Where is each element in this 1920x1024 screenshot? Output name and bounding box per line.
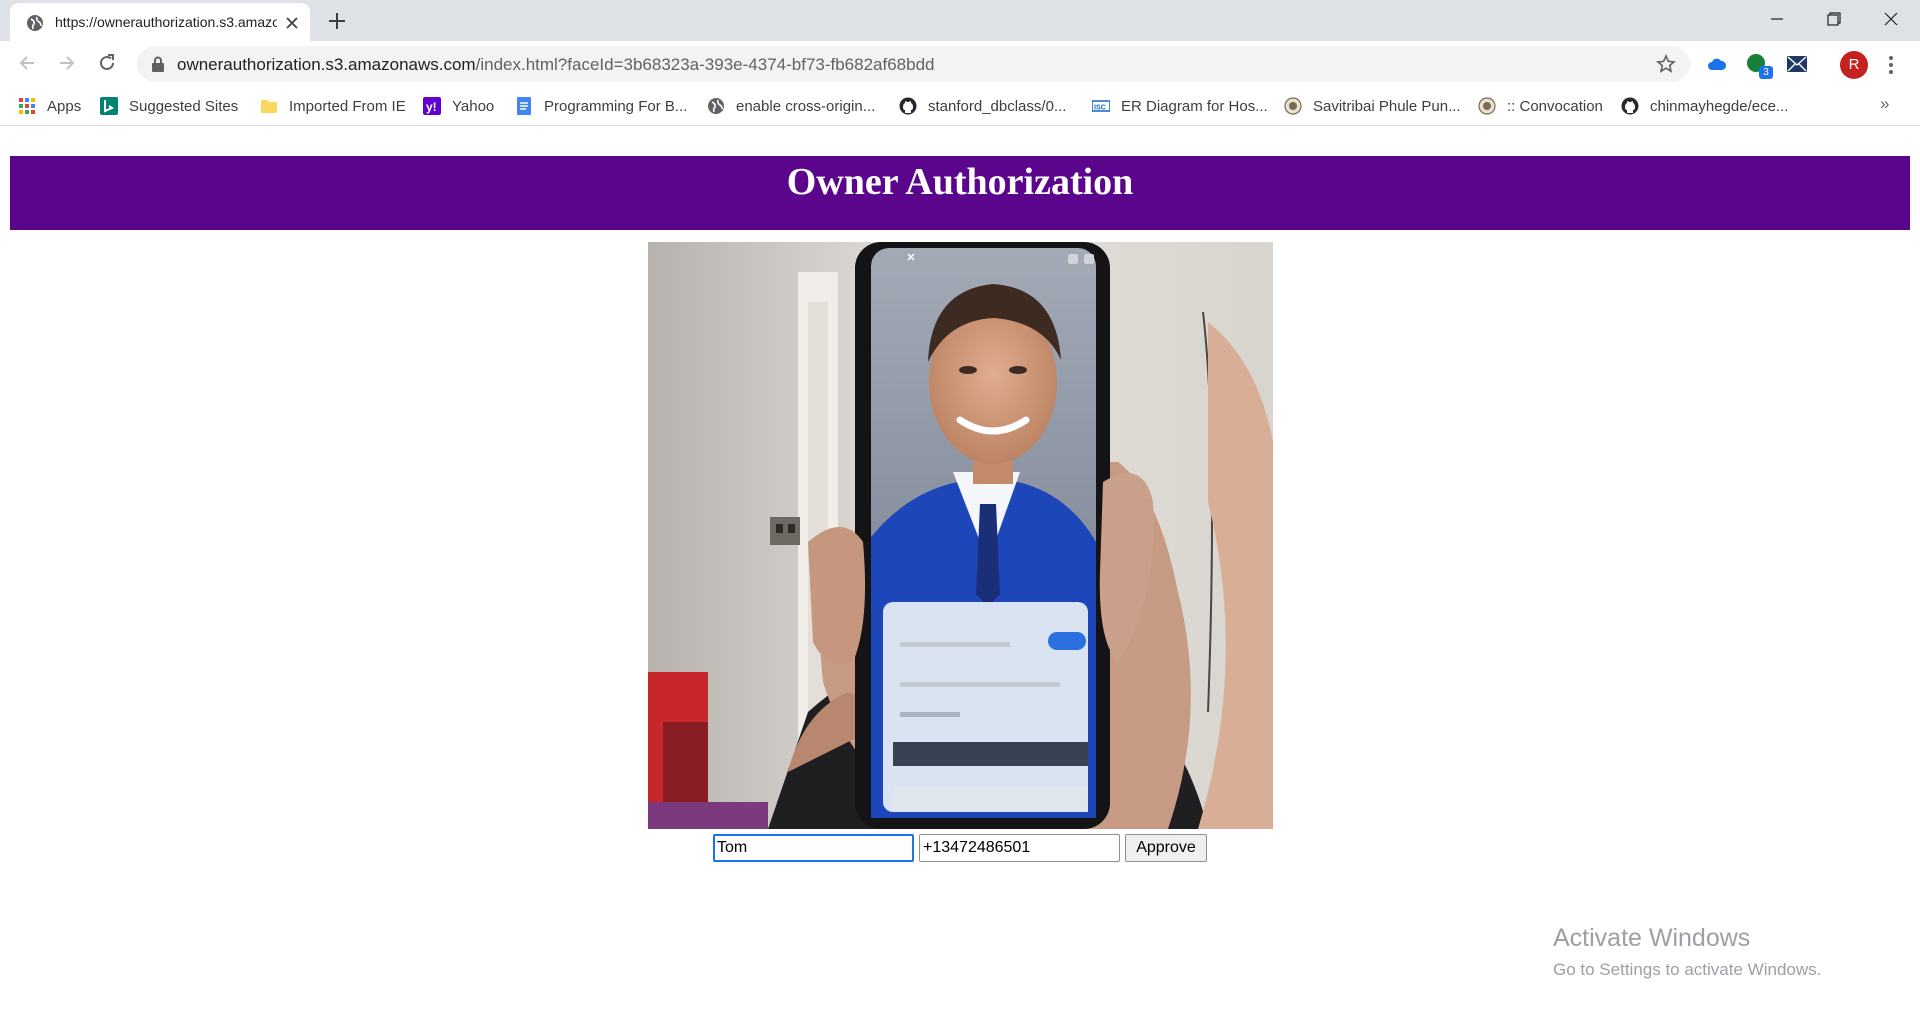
extension-cloud[interactable] [1704, 51, 1730, 77]
close-icon [1884, 12, 1898, 26]
browser-menu-button[interactable] [1880, 50, 1902, 80]
bookmark-label: Programming For B... [544, 97, 688, 115]
approve-button[interactable]: Approve [1125, 834, 1207, 862]
restore-icon [1827, 12, 1841, 26]
apps-grid-icon [19, 98, 35, 114]
page-header-banner: Owner Authorization [10, 156, 1910, 230]
bookmark-label: Apps [47, 97, 82, 115]
tab-title: https://ownerauthorization.s3.amazonaws.… [55, 14, 277, 30]
dot [1889, 56, 1893, 60]
dot [1889, 63, 1893, 67]
back-arrow-icon [19, 56, 34, 70]
url-path: /index.html?faceId=3b68323a-393e-4374-bf… [475, 55, 935, 74]
seal-icon [1478, 97, 1496, 115]
page-title: Owner Authorization [786, 161, 1134, 203]
tab-strip: https://ownerauthorization.s3.amazonaws.… [0, 0, 1920, 41]
owner-name-input[interactable] [713, 834, 914, 862]
more-bookmarks-chevron-icon[interactable]: » [1880, 94, 1889, 114]
url-text[interactable]: ownerauthorization.s3.amazonaws.com/inde… [177, 55, 935, 75]
bookmark-programming[interactable]: Programming For B... [515, 94, 687, 118]
globe-icon [708, 98, 724, 114]
notification-badge: 3 [1759, 66, 1773, 79]
bookmark-label: Savitribai Phule Pun... [1313, 97, 1461, 115]
bookmark-label: chinmayhegde/ece... [1650, 97, 1789, 115]
extension-chat[interactable]: 3 [1744, 51, 1773, 79]
close-tab-icon[interactable] [282, 13, 302, 33]
bookmark-convocation[interactable]: :: Convocation [1478, 94, 1603, 118]
bookmark-suggested-sites[interactable]: Suggested Sites [100, 94, 238, 118]
minimize-button[interactable] [1748, 0, 1806, 38]
seal-icon [1284, 97, 1302, 115]
new-tab-icon[interactable] [324, 8, 350, 34]
lock-icon[interactable] [151, 56, 165, 72]
close-window-button[interactable] [1862, 0, 1920, 38]
bookmark-label: stanford_dbclass/0... [928, 97, 1067, 115]
reload-icon [100, 54, 114, 70]
document-icon [517, 97, 531, 115]
bookmark-apps[interactable]: Apps [18, 94, 81, 118]
restore-button[interactable] [1805, 0, 1863, 38]
address-bar[interactable]: ownerauthorization.s3.amazonaws.com/inde… [137, 46, 1690, 82]
watermark-subtitle: Go to Settings to activate Windows. [1553, 960, 1822, 979]
bookmark-label: :: Convocation [1507, 97, 1603, 115]
bookmark-label: Imported From IE [289, 97, 406, 115]
bookmark-stanford-dbclass[interactable]: stanford_dbclass/0... [899, 94, 1066, 118]
windows-activation-watermark: Activate Windows Go to Settings to activ… [1553, 924, 1821, 980]
extension-mail[interactable] [1784, 51, 1810, 77]
bookmark-label: enable cross-origin... [736, 97, 876, 115]
url-host: ownerauthorization.s3.amazonaws.com [177, 55, 476, 74]
github-icon [1621, 97, 1639, 115]
phone-number-input[interactable] [919, 834, 1120, 862]
svg-text:ISC: ISC [1094, 105, 1106, 112]
folder-icon [261, 100, 277, 113]
bookmark-label: ER Diagram for Hos... [1121, 97, 1268, 115]
bookmark-yahoo[interactable]: y! Yahoo [423, 94, 494, 118]
globe-icon [27, 15, 43, 31]
bookmark-savitribai-phule[interactable]: Savitribai Phule Pun... [1284, 94, 1461, 118]
minimize-icon [1771, 18, 1783, 20]
bookmarks-bar: Apps Suggested Sites Imported From IE y!… [0, 86, 1920, 126]
bookmark-chinmayhegde[interactable]: chinmayhegde/ece... [1621, 94, 1788, 118]
bookmark-er-diagram[interactable]: ISC ER Diagram for Hos... [1092, 94, 1268, 118]
profile-avatar[interactable]: R [1840, 51, 1868, 79]
bookmark-label: Yahoo [452, 97, 495, 115]
back-button[interactable] [12, 48, 42, 78]
site-icon: ISC [1092, 100, 1110, 112]
github-icon [899, 97, 917, 115]
forward-button[interactable] [52, 48, 82, 78]
bookmark-star-icon[interactable] [1656, 54, 1676, 74]
mail-icon [1787, 56, 1807, 72]
camera-frame-image [648, 242, 1273, 829]
bookmark-enable-cross-origin[interactable]: enable cross-origin... [707, 94, 875, 118]
reload-button[interactable] [92, 48, 122, 78]
watermark-title: Activate Windows [1553, 924, 1751, 952]
yahoo-icon: y! [423, 97, 441, 115]
forward-arrow-icon [60, 56, 75, 70]
bing-icon [100, 97, 118, 115]
dot [1889, 70, 1893, 74]
bookmark-label: Suggested Sites [129, 97, 239, 115]
browser-tab[interactable]: https://ownerauthorization.s3.amazonaws.… [10, 3, 310, 41]
camera-feed [648, 242, 1273, 829]
bookmark-imported-from-ie[interactable]: Imported From IE [260, 94, 406, 118]
svg-text:y!: y! [426, 100, 437, 114]
cloud-icon [1708, 58, 1727, 70]
browser-toolbar: ownerauthorization.s3.amazonaws.com/inde… [0, 41, 1920, 86]
